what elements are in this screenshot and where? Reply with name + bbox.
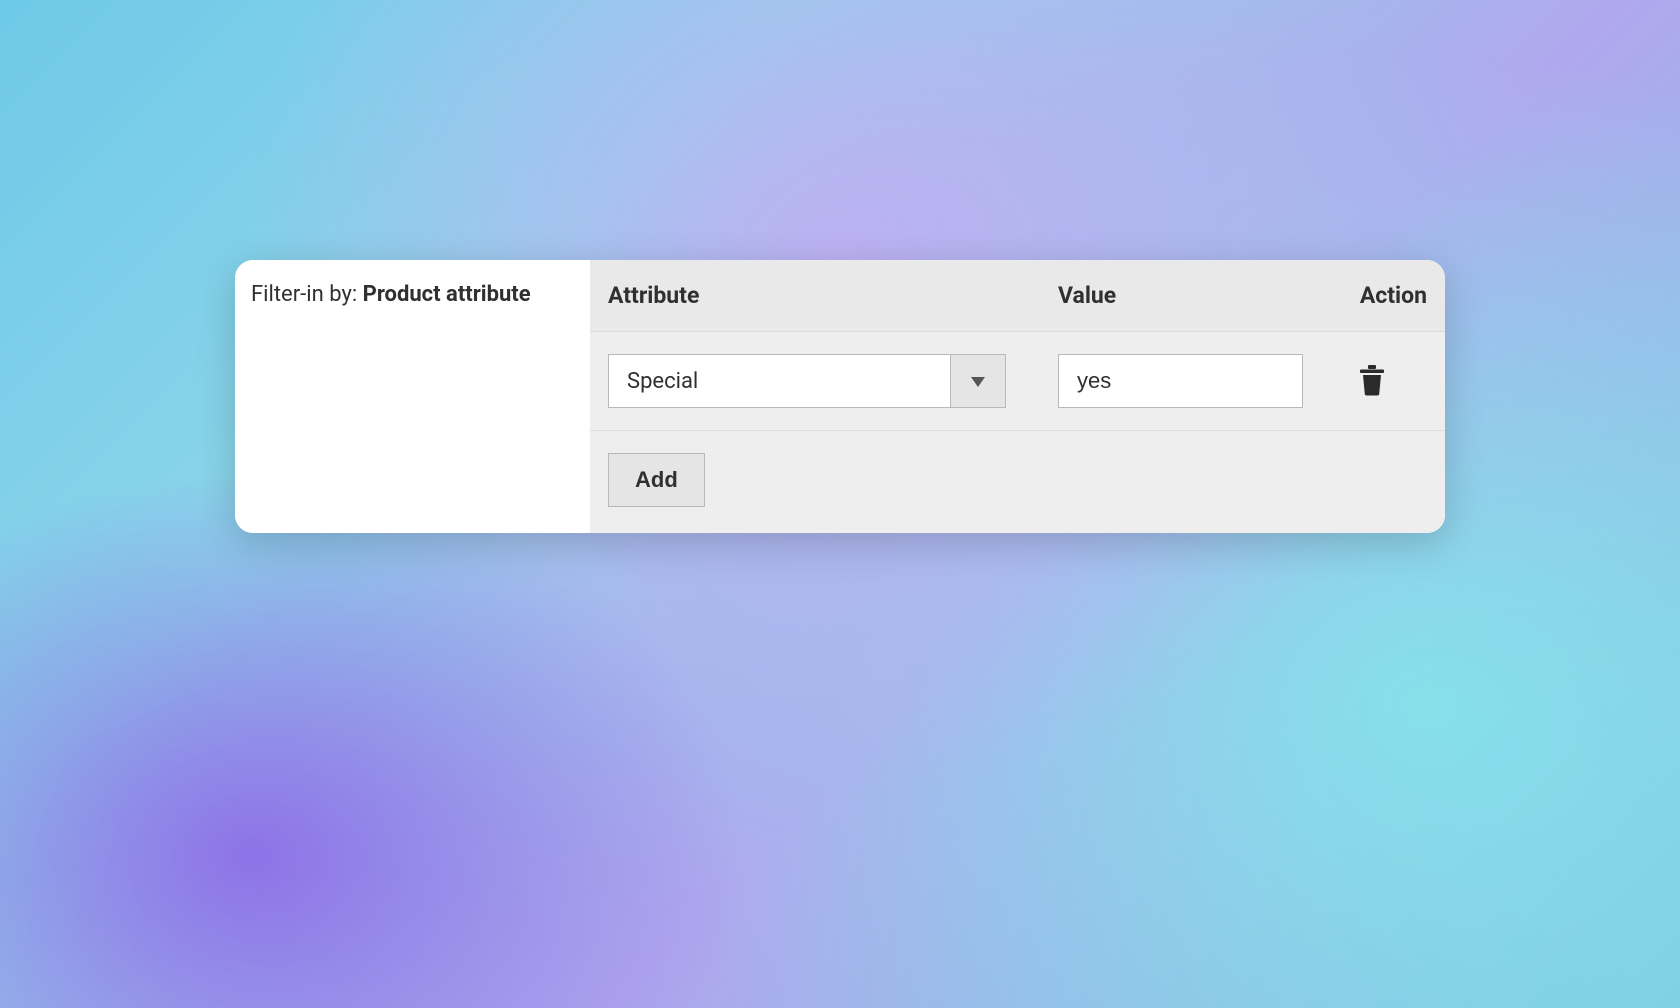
filter-label: Filter-in by: Product attribute — [251, 282, 574, 307]
header-value: Value — [1058, 282, 1346, 309]
filter-label-pane: Filter-in by: Product attribute — [235, 260, 590, 533]
action-cell — [1346, 360, 1427, 403]
trash-icon — [1359, 384, 1385, 399]
add-button[interactable]: Add — [608, 453, 705, 507]
table-row: Special — [590, 332, 1445, 431]
grid-header: Attribute Value Action — [590, 260, 1445, 332]
grid-footer: Add — [590, 431, 1445, 533]
delete-button[interactable] — [1355, 360, 1389, 403]
attribute-select-value[interactable]: Special — [608, 354, 950, 408]
value-cell — [1058, 354, 1346, 408]
header-action: Action — [1346, 282, 1427, 309]
attribute-grid: Attribute Value Action Special — [590, 260, 1445, 533]
value-input[interactable] — [1058, 354, 1303, 408]
header-attribute: Attribute — [608, 282, 1058, 309]
attribute-cell: Special — [608, 354, 1058, 408]
filter-label-prefix: Filter-in by: — [251, 282, 363, 307]
filter-label-value: Product attribute — [363, 282, 531, 307]
filter-card: Filter-in by: Product attribute Attribut… — [235, 260, 1445, 533]
attribute-select-toggle[interactable] — [950, 354, 1006, 408]
attribute-select[interactable]: Special — [608, 354, 1006, 408]
chevron-down-icon — [971, 372, 985, 391]
